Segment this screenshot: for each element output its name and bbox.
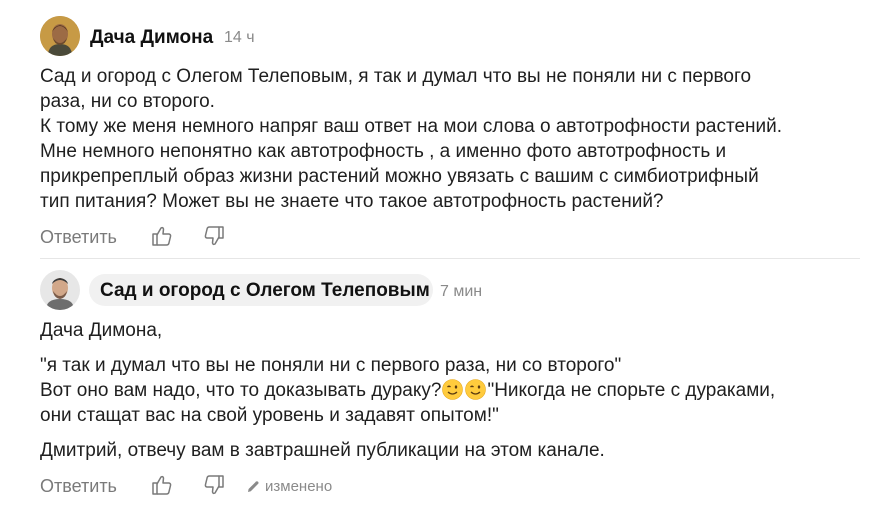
- comment-line: тип питания? Может вы не знаете что тако…: [40, 191, 664, 212]
- author-name[interactable]: Дача Димона: [90, 27, 213, 49]
- closing-line: Дмитрий, отвечу вам в завтрашней публика…: [40, 440, 605, 461]
- comment-time: 7 мин: [440, 283, 483, 300]
- comment-line: прикрепреплый образ жизни растений можно…: [40, 166, 759, 187]
- comment-line: Вот оно вам надо, что то доказывать дура…: [40, 378, 775, 403]
- thumb-down-icon[interactable]: [203, 225, 225, 247]
- thumb-up-icon[interactable]: [151, 474, 173, 496]
- quote-line: "я так и думал что вы не поняли ни с пер…: [40, 355, 622, 376]
- comment-line: К тому же меня немного напряг ваш ответ …: [40, 116, 783, 137]
- author-name[interactable]: Сад и огород с Олегом Телеповым: [100, 280, 430, 302]
- avatar[interactable]: [40, 16, 80, 56]
- edited-label: изменено: [265, 478, 333, 495]
- comment-reply: Сад и огород с Олегом Телеповым 7 мин Да…: [0, 258, 896, 528]
- comment-line: Мне немного непонятно как автотрофность …: [40, 141, 727, 162]
- comment-line: Сад и огород с Олегом Телеповым, я так и…: [40, 66, 752, 87]
- greeting-line: Дача Димона,: [40, 320, 163, 341]
- comment-text: Сад и огород с Олегом Телеповым, я так и…: [40, 64, 782, 214]
- edited-indicator: изменено: [247, 478, 332, 497]
- reply-button[interactable]: Ответить: [40, 476, 117, 497]
- comment-text: Дача Димона, "я так и думал что вы не по…: [40, 318, 775, 463]
- pencil-icon: [247, 480, 260, 497]
- comment-line-text: Вот оно вам надо, что то доказывать дура…: [40, 380, 442, 401]
- thumb-up-icon[interactable]: [151, 225, 173, 247]
- comment-line-text: "Никогда не спорьте с дураками,: [487, 380, 776, 401]
- thumb-down-icon[interactable]: [203, 474, 225, 496]
- winking-face-icon: [442, 379, 464, 400]
- comment-line: раза, ни со второго.: [40, 91, 215, 112]
- winking-face-icon: [465, 379, 487, 400]
- reply-button[interactable]: Ответить: [40, 227, 117, 248]
- comment-time: 14 ч: [224, 29, 255, 46]
- avatar[interactable]: [40, 270, 80, 310]
- comment: Дача Димона 14 ч Сад и огород с Олегом Т…: [0, 0, 896, 258]
- comment-line: они стащат вас на свой уровень и задавят…: [40, 405, 499, 426]
